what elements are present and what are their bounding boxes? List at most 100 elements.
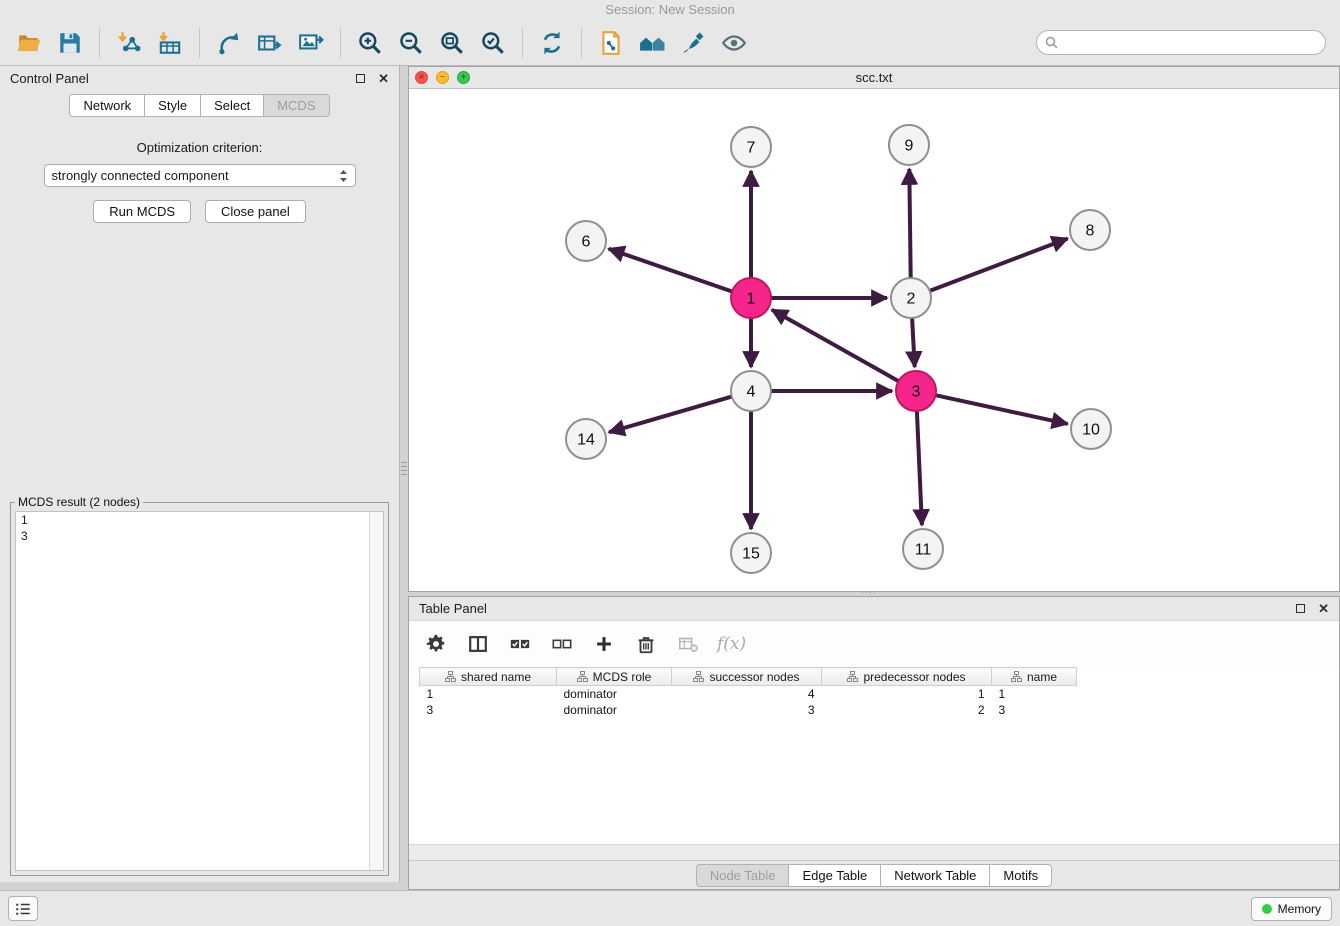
first-neighbors-icon: [598, 30, 624, 56]
fx-icon: f(x): [717, 634, 746, 654]
export-network-icon: [216, 30, 242, 56]
node-4[interactable]: 4: [731, 371, 771, 411]
node-1[interactable]: 1: [731, 278, 771, 318]
node-2[interactable]: 2: [891, 278, 931, 318]
edge-3-11[interactable]: [917, 411, 922, 525]
task-history-button[interactable]: [8, 896, 38, 921]
export-table-button[interactable]: [251, 24, 289, 62]
result-scrollbar-track[interactable]: [369, 512, 383, 870]
zoom-selected-icon: [480, 30, 506, 56]
cell-successor-nodes[interactable]: 4: [672, 686, 822, 703]
tab-select[interactable]: Select: [200, 94, 264, 117]
zoom-out-button[interactable]: [392, 24, 430, 62]
save-session-button[interactable]: [51, 24, 89, 62]
zoom-fit-button[interactable]: [433, 24, 471, 62]
search-input[interactable]: [1036, 30, 1326, 55]
network-canvas[interactable]: 7 9 6 8 1 2 4 3 14 10 15 11: [409, 89, 1339, 591]
node-10[interactable]: 10: [1071, 409, 1111, 449]
export-image-button[interactable]: [292, 24, 330, 62]
table-row[interactable]: 1dominator411: [420, 686, 1077, 703]
export-network-button[interactable]: [210, 24, 248, 62]
edge-3-1[interactable]: [772, 310, 899, 381]
svg-text:3: 3: [912, 384, 921, 401]
first-neighbors-button[interactable]: [592, 24, 630, 62]
export-image-icon: [298, 30, 324, 56]
result-item[interactable]: 3: [16, 528, 383, 544]
toolbar-separator: [581, 28, 582, 58]
tab-mcds[interactable]: MCDS: [263, 94, 329, 117]
run-mcds-button[interactable]: Run MCDS: [93, 200, 191, 223]
tab-network[interactable]: Network: [69, 94, 145, 117]
node-11[interactable]: 11: [903, 529, 943, 569]
edge-2-3[interactable]: [912, 318, 915, 367]
network-window-title: scc.txt: [409, 70, 1339, 85]
cell-shared-name[interactable]: 1: [420, 686, 557, 703]
import-table-icon: [157, 30, 183, 56]
memory-button[interactable]: Memory: [1251, 897, 1332, 921]
create-column-button[interactable]: [591, 631, 617, 657]
cell-predecessor-nodes[interactable]: 2: [822, 702, 992, 718]
cell-name[interactable]: 1: [992, 686, 1077, 703]
node-7[interactable]: 7: [731, 127, 771, 167]
zoom-selected-button[interactable]: [474, 24, 512, 62]
column-label: name: [1027, 670, 1057, 684]
node-8[interactable]: 8: [1070, 210, 1110, 250]
table-scrollbar-track[interactable]: [409, 844, 1339, 860]
node-14[interactable]: 14: [566, 419, 606, 459]
tab-style[interactable]: Style: [144, 94, 201, 117]
edge-1-6[interactable]: [609, 249, 732, 292]
import-network-button[interactable]: [110, 24, 148, 62]
column-header-mcds-role[interactable]: MCDS role: [557, 668, 672, 686]
open-session-button[interactable]: [10, 24, 48, 62]
float-panel-icon[interactable]: [1296, 604, 1305, 613]
show-columns-button[interactable]: [465, 631, 491, 657]
close-panel-icon[interactable]: ✕: [1318, 602, 1329, 615]
edge-2-9[interactable]: [909, 169, 910, 278]
node-3[interactable]: 3: [896, 371, 936, 411]
zoom-window-button[interactable]: +: [457, 71, 470, 84]
window-controls: × − +: [415, 71, 470, 84]
tab-motifs[interactable]: Motifs: [989, 864, 1052, 887]
home-button[interactable]: [633, 24, 671, 62]
column-header-successor-nodes[interactable]: successor nodes: [672, 668, 822, 686]
zoom-in-button[interactable]: [351, 24, 389, 62]
show-details-button[interactable]: [715, 24, 753, 62]
panel-resize-grip[interactable]: [401, 462, 407, 476]
refresh-button[interactable]: [533, 24, 571, 62]
style-brush-button[interactable]: [674, 24, 712, 62]
cell-successor-nodes[interactable]: 3: [672, 702, 822, 718]
edge-3-10[interactable]: [936, 395, 1068, 424]
column-header-predecessor-nodes[interactable]: predecessor nodes: [822, 668, 992, 686]
column-header-shared-name[interactable]: shared name: [420, 668, 557, 686]
function-builder-button[interactable]: f(x): [717, 631, 746, 657]
edge-4-14[interactable]: [609, 397, 732, 433]
delete-columns-button[interactable]: [633, 631, 659, 657]
table-toolbar: f(x): [409, 621, 1339, 667]
column-header-name[interactable]: name: [992, 668, 1077, 686]
table-row[interactable]: 3dominator323: [420, 702, 1077, 718]
cell-shared-name[interactable]: 3: [420, 702, 557, 718]
table-settings-button[interactable]: [423, 631, 449, 657]
cell-name[interactable]: 3: [992, 702, 1077, 718]
close-panel-icon[interactable]: ✕: [378, 72, 389, 85]
cell-mcds-role[interactable]: dominator: [557, 686, 672, 703]
tab-node-table[interactable]: Node Table: [696, 864, 790, 887]
float-panel-icon[interactable]: [356, 74, 365, 83]
node-15[interactable]: 15: [731, 533, 771, 573]
tab-network-table[interactable]: Network Table: [880, 864, 990, 887]
select-all-button[interactable]: [507, 631, 533, 657]
minimize-window-button[interactable]: −: [436, 71, 449, 84]
cell-predecessor-nodes[interactable]: 1: [822, 686, 992, 703]
import-table-button[interactable]: [151, 24, 189, 62]
node-6[interactable]: 6: [566, 221, 606, 261]
edge-2-8[interactable]: [930, 239, 1068, 291]
close-window-button[interactable]: ×: [415, 71, 428, 84]
close-panel-button[interactable]: Close panel: [205, 200, 306, 223]
delete-table-button[interactable]: [675, 631, 701, 657]
result-item[interactable]: 1: [16, 512, 383, 528]
node-9[interactable]: 9: [889, 125, 929, 165]
deselect-all-button[interactable]: [549, 631, 575, 657]
criterion-select[interactable]: strongly connected component: [44, 164, 356, 187]
cell-mcds-role[interactable]: dominator: [557, 702, 672, 718]
tab-edge-table[interactable]: Edge Table: [788, 864, 881, 887]
